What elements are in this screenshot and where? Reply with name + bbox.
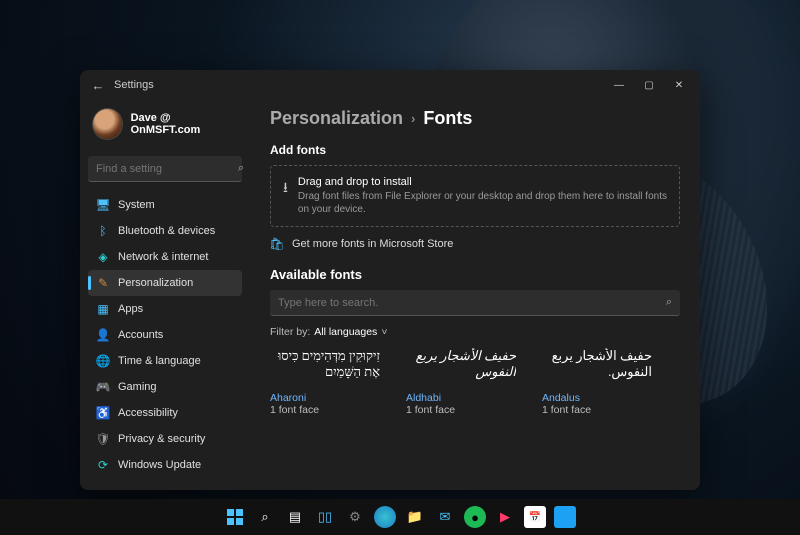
store-icon: 🛍: [270, 237, 284, 251]
breadcrumb: Personalization › Fonts: [270, 106, 680, 129]
avatar: [92, 108, 123, 140]
filter-label: Filter by:: [270, 326, 310, 338]
sidebar-item-label: Accounts: [118, 329, 163, 341]
media-icon[interactable]: ▶: [494, 506, 516, 528]
widgets-icon[interactable]: ▯▯: [314, 506, 336, 528]
settings-search-input[interactable]: [96, 163, 238, 175]
sidebar-item-label: System: [118, 199, 155, 211]
nav-icon: ✎: [96, 276, 110, 290]
sidebar-item-accounts[interactable]: 👤 Accounts: [88, 322, 242, 348]
font-preview: حفيف الأشجار يربع النفوس.: [542, 348, 652, 386]
nav-icon: ᛒ: [96, 224, 110, 238]
nav-icon: 🖥: [96, 198, 110, 212]
font-name: Aldhabi: [406, 392, 516, 404]
search-icon: ⌕: [666, 296, 672, 309]
sidebar-item-label: Apps: [118, 303, 143, 315]
dropzone-subtitle: Drag font files from File Explorer or yo…: [298, 190, 667, 216]
sidebar-item-personalization[interactable]: ✎ Personalization: [88, 270, 242, 296]
sidebar-item-accessibility[interactable]: ♿ Accessibility: [88, 400, 242, 426]
sidebar-item-network-internet[interactable]: ◈ Network & internet: [88, 244, 242, 270]
sidebar-item-label: Gaming: [118, 381, 157, 393]
font-card[interactable]: حفيف الأشجار يربع النفوس. Andalus1 font f…: [542, 348, 652, 416]
sidebar-item-label: Network & internet: [118, 251, 208, 263]
chevron-right-icon: ›: [411, 111, 415, 126]
nav-icon: 🎮: [96, 380, 110, 394]
font-preview: حفيف الأشجار يربع النفوس: [406, 348, 516, 386]
edge-icon[interactable]: [374, 506, 396, 528]
sidebar-item-label: Accessibility: [118, 407, 178, 419]
taskbar-search-icon[interactable]: ⌕: [254, 506, 276, 528]
font-grid: זִיקוּקִין מִדְּהִימִים כִּיסוּ אֶת הַשָ…: [270, 348, 680, 416]
user-profile[interactable]: Dave @ OnMSFT.com: [88, 104, 242, 150]
font-preview: זִיקוּקִין מִדְּהִימִים כִּיסוּ אֶת הַשָ…: [270, 348, 380, 386]
calendar-icon[interactable]: 📅: [524, 506, 546, 528]
nav-icon: ◈: [96, 250, 110, 264]
font-faces: 1 font face: [406, 404, 516, 416]
task-view-icon[interactable]: ▤: [284, 506, 306, 528]
font-name: Aharoni: [270, 392, 380, 404]
sidebar-item-privacy-security[interactable]: 🛡 Privacy & security: [88, 426, 242, 452]
breadcrumb-parent[interactable]: Personalization: [270, 108, 403, 129]
nav-icon: ▦: [96, 302, 110, 316]
user-name: Dave @ OnMSFT.com: [131, 112, 238, 136]
sidebar-item-label: Windows Update: [118, 459, 201, 471]
minimize-button[interactable]: —: [604, 73, 634, 97]
font-faces: 1 font face: [270, 404, 380, 416]
font-card[interactable]: حفيف الأشجار يربع النفوس Aldhabi1 font fa…: [406, 348, 516, 416]
font-faces: 1 font face: [542, 404, 652, 416]
close-button[interactable]: ✕: [664, 73, 694, 97]
search-icon: ⌕: [238, 162, 244, 175]
sidebar-item-time-language[interactable]: 🌐 Time & language: [88, 348, 242, 374]
available-fonts-heading: Available fonts: [270, 267, 680, 282]
settings-search[interactable]: ⌕: [88, 156, 242, 182]
filter-value: All languages: [314, 326, 377, 338]
back-button[interactable]: ←: [86, 73, 110, 97]
font-search[interactable]: ⌕: [270, 290, 680, 316]
font-dropzone[interactable]: ⭳ Drag and drop to install Drag font fil…: [270, 165, 680, 227]
spotify-icon[interactable]: ●: [464, 506, 486, 528]
font-card[interactable]: זִיקוּקִין מִדְּהִימִים כִּיסוּ אֶת הַשָ…: [270, 348, 380, 416]
sidebar-item-label: Privacy & security: [118, 433, 205, 445]
font-name: Andalus: [542, 392, 652, 404]
nav-icon: ♿: [96, 406, 110, 420]
titlebar: ← Settings — ▢ ✕: [80, 70, 700, 100]
font-search-input[interactable]: [278, 297, 666, 309]
nav-icon: 🌐: [96, 354, 110, 368]
nav-icon: ⟳: [96, 458, 110, 472]
nav-icon: 🛡: [96, 432, 110, 446]
store-link-label: Get more fonts in Microsoft Store: [292, 238, 453, 250]
sidebar-item-windows-update[interactable]: ⟳ Windows Update: [88, 452, 242, 478]
sidebar-item-apps[interactable]: ▦ Apps: [88, 296, 242, 322]
window-title: Settings: [114, 79, 604, 91]
settings-app-icon[interactable]: ⚙: [344, 506, 366, 528]
start-button[interactable]: [224, 506, 246, 528]
sidebar: Dave @ OnMSFT.com ⌕ 🖥 System ᛒ Bluetooth & …: [80, 100, 250, 490]
add-fonts-heading: Add fonts: [270, 143, 680, 157]
file-explorer-icon[interactable]: 📁: [404, 506, 426, 528]
sidebar-item-label: Time & language: [118, 355, 201, 367]
cursor-drop-icon: ⭳: [283, 176, 288, 201]
nav-icon: 👤: [96, 328, 110, 342]
sidebar-item-system[interactable]: 🖥 System: [88, 192, 242, 218]
sidebar-item-gaming[interactable]: 🎮 Gaming: [88, 374, 242, 400]
mail-icon[interactable]: ✉: [434, 506, 456, 528]
sidebar-item-bluetooth-devices[interactable]: ᛒ Bluetooth & devices: [88, 218, 242, 244]
taskbar: ⌕ ▤ ▯▯ ⚙ 📁 ✉ ● ▶ 📅: [0, 499, 800, 535]
sidebar-item-label: Bluetooth & devices: [118, 225, 215, 237]
chevron-down-icon: ˅: [381, 326, 387, 338]
filter-row[interactable]: Filter by: All languages ˅: [270, 326, 680, 338]
sidebar-item-label: Personalization: [118, 277, 193, 289]
twitter-icon[interactable]: [554, 506, 576, 528]
breadcrumb-current: Fonts: [423, 108, 472, 129]
dropzone-title: Drag and drop to install: [298, 176, 667, 188]
maximize-button[interactable]: ▢: [634, 73, 664, 97]
main-content: Personalization › Fonts Add fonts ⭳ Drag…: [250, 100, 700, 490]
settings-window: ← Settings — ▢ ✕ Dave @ OnMSFT.com ⌕ 🖥 Sy…: [80, 70, 700, 490]
store-link[interactable]: 🛍 Get more fonts in Microsoft Store: [270, 237, 680, 251]
